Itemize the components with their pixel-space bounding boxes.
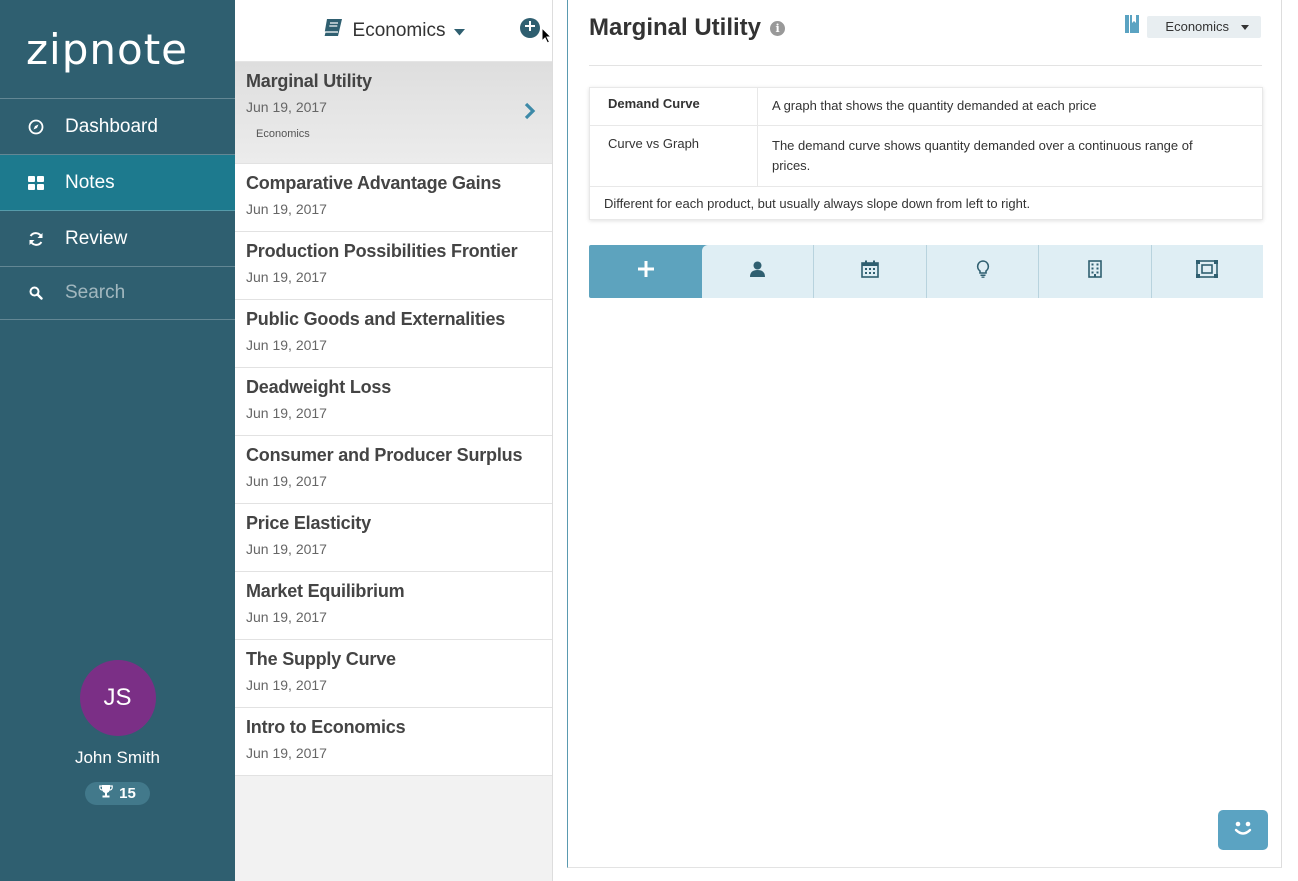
- plus-icon: [524, 19, 536, 37]
- note-date: Jun 19, 2017: [246, 609, 327, 625]
- sidebar-item-label: Review: [65, 227, 128, 249]
- note-title: Public Goods and Externalities: [246, 309, 506, 329]
- note-item[interactable]: Price Elasticity Jun 19, 2017: [235, 504, 552, 572]
- note-item[interactable]: Deadweight Loss Jun 19, 2017: [235, 368, 552, 436]
- note-list-panel: Economics Marginal Utility Jun 19, 2017 …: [235, 0, 553, 881]
- mouse-cursor-icon: [541, 26, 553, 49]
- note-title: The Supply Curve: [246, 649, 396, 669]
- card-definition[interactable]: The demand curve shows quantity demanded…: [758, 126, 1262, 186]
- note-title-heading[interactable]: Marginal Utility: [589, 14, 761, 42]
- note-item-selected[interactable]: Marginal Utility Jun 19, 2017 Economics: [235, 62, 552, 164]
- note-editor: Marginal Utility i Economics Demand Curv…: [567, 0, 1282, 868]
- card-definition[interactable]: A graph that shows the quantity demanded…: [758, 88, 1262, 125]
- insert-tools: [702, 245, 1263, 298]
- avatar[interactable]: JS: [79, 660, 156, 736]
- note-header: Marginal Utility i: [589, 14, 786, 42]
- image-frame-icon: [1196, 260, 1219, 283]
- flashcard-row[interactable]: Demand Curve A graph that shows the quan…: [590, 88, 1262, 126]
- note-date: Jun 19, 2017: [246, 541, 327, 557]
- compass-icon: [28, 119, 44, 135]
- plus-icon: [637, 261, 654, 282]
- search-input[interactable]: Search: [65, 282, 125, 304]
- flashcard-row[interactable]: Curve vs Graph The demand curve shows qu…: [590, 126, 1262, 187]
- user-profile: JS John Smith 15: [0, 660, 235, 805]
- trophy-icon: [99, 785, 113, 802]
- score-badge: 15: [85, 782, 150, 805]
- note-text[interactable]: Different for each product, but usually …: [590, 187, 1262, 219]
- notebook-icon: [322, 18, 344, 43]
- smiley-icon: [1229, 817, 1257, 844]
- note-date: Jun 19, 2017: [246, 337, 327, 353]
- notebook-name: Economics: [352, 19, 446, 41]
- sidebar: zipnote Dashboard Notes Review Search JS…: [0, 0, 235, 881]
- note-date: Jun 19, 2017: [246, 201, 327, 217]
- sidebar-item-label: Dashboard: [65, 115, 158, 137]
- notebook-select-button[interactable]: Economics: [1147, 15, 1261, 38]
- insert-image-button[interactable]: [1152, 245, 1263, 298]
- card-term[interactable]: Curve vs Graph: [590, 126, 758, 186]
- note-tag: Economics: [256, 128, 310, 140]
- note-title: Marginal Utility: [246, 71, 372, 91]
- note-item[interactable]: Comparative Advantage Gains Jun 19, 2017: [235, 164, 552, 232]
- note-date: Jun 19, 2017: [246, 405, 327, 421]
- note-title: Consumer and Producer Surplus: [246, 445, 523, 465]
- note-item[interactable]: Market Equilibrium Jun 19, 2017: [235, 572, 552, 640]
- chat-widget-button[interactable]: [1218, 810, 1268, 850]
- note-title: Market Equilibrium: [246, 581, 405, 601]
- notebook-select-value: Economics: [1165, 18, 1229, 34]
- note-date: Jun 19, 2017: [246, 745, 327, 761]
- insert-person-button[interactable]: [702, 245, 815, 298]
- note-item[interactable]: Intro to Economics Jun 19, 2017: [235, 708, 552, 776]
- sidebar-item-dashboard[interactable]: Dashboard: [0, 99, 235, 155]
- calendar-icon: [861, 260, 879, 283]
- add-note-button[interactable]: [520, 18, 540, 38]
- bookmark-icon: [1125, 15, 1140, 38]
- app-logo[interactable]: zipnote: [0, 0, 235, 99]
- note-title: Comparative Advantage Gains: [246, 173, 502, 193]
- note-date: Jun 19, 2017: [246, 99, 327, 115]
- sidebar-item-label: Notes: [65, 171, 115, 193]
- note-list-header: Economics: [235, 0, 552, 62]
- notebook-selector: Economics: [1125, 15, 1261, 38]
- note-item[interactable]: Public Goods and Externalities Jun 19, 2…: [235, 300, 552, 368]
- note-item[interactable]: Production Possibilities Frontier Jun 19…: [235, 232, 552, 300]
- avatar-initials: JS: [103, 684, 132, 711]
- note-title: Deadweight Loss: [246, 377, 392, 397]
- search-icon: [28, 285, 44, 301]
- note-title: Production Possibilities Frontier: [246, 241, 518, 261]
- note-item[interactable]: Consumer and Producer Surplus Jun 19, 20…: [235, 436, 552, 504]
- score-value: 15: [119, 785, 136, 802]
- note-date: Jun 19, 2017: [246, 269, 327, 285]
- building-icon: [1088, 260, 1102, 283]
- note-title: Intro to Economics: [246, 717, 406, 737]
- user-name: John Smith: [74, 748, 161, 767]
- note-title: Price Elasticity: [246, 513, 371, 533]
- refresh-icon: [28, 231, 44, 247]
- flashcard-table: Demand Curve A graph that shows the quan…: [589, 87, 1263, 220]
- caret-down-icon: [454, 20, 466, 42]
- info-icon[interactable]: i: [770, 20, 786, 36]
- add-block-button[interactable]: [589, 245, 702, 298]
- insert-idea-button[interactable]: [927, 245, 1040, 298]
- card-term[interactable]: Demand Curve: [590, 88, 758, 125]
- note-date: Jun 19, 2017: [246, 473, 327, 489]
- insert-date-button[interactable]: [814, 245, 927, 298]
- lightbulb-icon: [976, 260, 990, 283]
- note-item[interactable]: The Supply Curve Jun 19, 2017: [235, 640, 552, 708]
- grid-icon: [28, 175, 44, 191]
- chevron-right-icon: [524, 102, 536, 125]
- sidebar-item-review[interactable]: Review: [0, 211, 235, 267]
- insert-organization-button[interactable]: [1039, 245, 1152, 298]
- caret-down-icon: [1241, 24, 1249, 30]
- notebook-dropdown[interactable]: Economics: [322, 18, 466, 43]
- insert-toolbar: [589, 245, 1263, 298]
- header-divider: [589, 65, 1262, 66]
- sidebar-search[interactable]: Search: [0, 267, 235, 320]
- sidebar-item-notes[interactable]: Notes: [0, 155, 235, 211]
- person-icon: [750, 261, 766, 282]
- note-date: Jun 19, 2017: [246, 677, 327, 693]
